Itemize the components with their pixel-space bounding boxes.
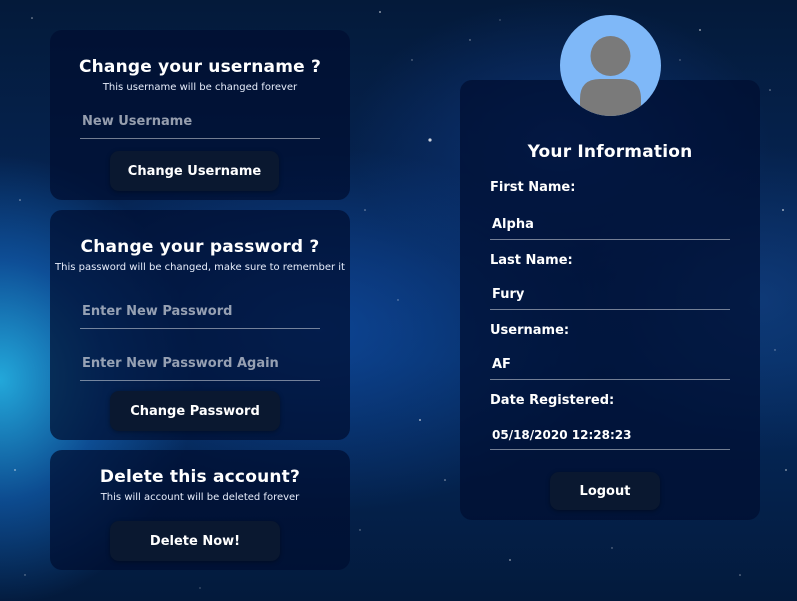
change-username-card: Change your username ? This username wil… <box>50 30 350 200</box>
first-name-label: First Name: <box>490 180 576 195</box>
delete-account-card: Delete this account? This will account w… <box>50 450 350 570</box>
new-username-field <box>80 104 320 139</box>
new-password-input[interactable] <box>80 294 320 328</box>
information-title: Your Information <box>527 142 693 162</box>
user-avatar <box>560 15 661 116</box>
delete-account-title: Delete this account? <box>99 467 301 487</box>
last-name-value: Fury <box>490 280 730 310</box>
username-label: Username: <box>490 323 570 338</box>
new-password-field <box>80 294 320 329</box>
change-password-button[interactable]: Change Password <box>110 391 280 431</box>
delete-now-button[interactable]: Delete Now! <box>110 521 280 561</box>
first-name-value: Alpha <box>490 210 730 240</box>
username-value: AF <box>490 350 730 380</box>
change-password-subtitle: This password will be changed, make sure… <box>55 262 345 273</box>
date-registered-label: Date Registered: <box>490 393 615 408</box>
date-registered-value: 05/18/2020 12:28:23 <box>490 420 730 450</box>
new-username-input[interactable] <box>80 104 320 138</box>
change-password-card: Change your password ? This password wil… <box>50 210 350 440</box>
confirm-password-field <box>80 346 320 381</box>
information-card: Your Information First Name: Alpha Last … <box>460 80 760 520</box>
change-username-button[interactable]: Change Username <box>110 151 279 191</box>
last-name-label: Last Name: <box>490 253 573 268</box>
change-username-title: Change your username ? <box>78 57 322 77</box>
logout-button[interactable]: Logout <box>550 472 660 510</box>
user-avatar-icon <box>580 36 641 116</box>
change-username-subtitle: This username will be changed forever <box>102 82 298 93</box>
change-password-title: Change your password ? <box>80 237 320 257</box>
delete-account-subtitle: This will account will be deleted foreve… <box>100 492 300 503</box>
confirm-password-input[interactable] <box>80 346 320 380</box>
